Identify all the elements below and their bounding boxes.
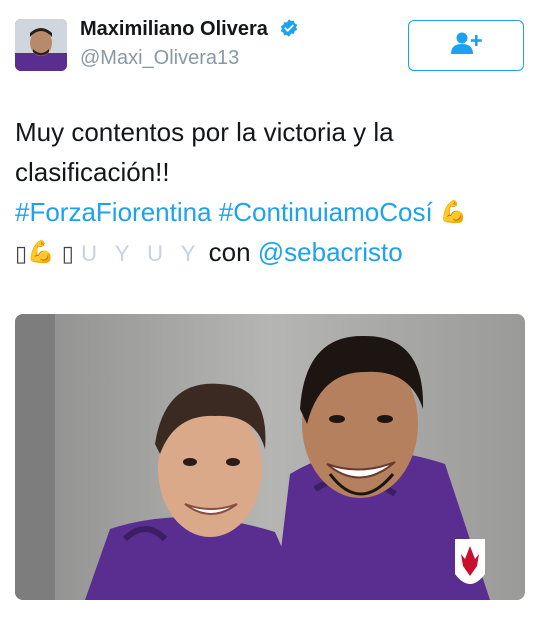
- hashtag-forzafiorentina[interactable]: #ForzaFiorentina: [15, 197, 212, 227]
- avatar[interactable]: [15, 19, 67, 71]
- tweet-line-2: clasificación!!: [15, 157, 170, 187]
- faint-flag-glyphs: U Y U Y: [81, 241, 202, 266]
- tweet-text: Muy contentos por la victoria y la clasi…: [15, 112, 525, 274]
- flexed-biceps-emoji-2: 💪: [27, 239, 55, 264]
- follow-button[interactable]: [408, 20, 524, 71]
- hashtag-continuiamocosi[interactable]: #ContinuiamoCosí: [219, 197, 433, 227]
- user-handle[interactable]: @Maxi_Olivera13: [80, 47, 239, 70]
- user-name[interactable]: Maximiliano Olivera: [80, 18, 299, 44]
- flexed-biceps-emoji: 💪: [439, 199, 468, 224]
- con-text: con: [208, 237, 251, 267]
- unsupported-glyph-2: ▯: [61, 241, 74, 266]
- tweet-line-1: Muy contentos por la victoria y la: [15, 117, 394, 147]
- unsupported-glyph: ▯: [15, 241, 28, 266]
- mention-sebacristo[interactable]: @sebacristo: [258, 237, 403, 267]
- follow-user-icon: [449, 31, 483, 60]
- user-name-text: Maximiliano Olivera: [80, 18, 268, 40]
- tweet-photo[interactable]: [15, 314, 525, 600]
- verified-badge-icon: [279, 18, 299, 44]
